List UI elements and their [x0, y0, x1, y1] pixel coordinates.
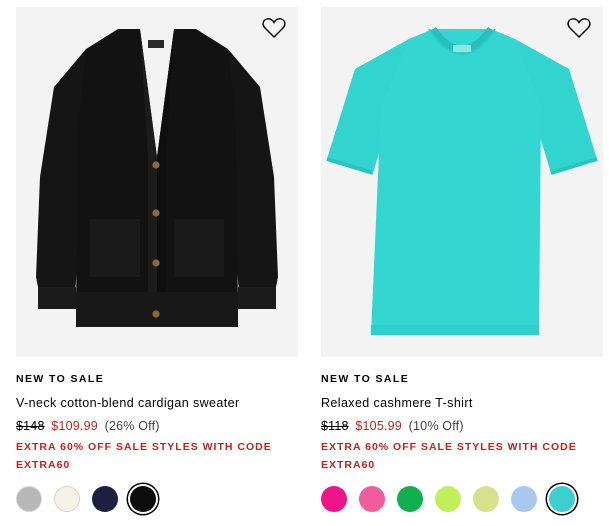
swatch-magenta[interactable]: [321, 486, 347, 512]
price-row: $148 $109.99 (26% Off): [16, 419, 298, 433]
swatch-black-selected[interactable]: [130, 486, 156, 512]
product-grid: NEW TO SALE V-neck cotton-blend cardigan…: [0, 0, 609, 526]
product-name-link[interactable]: V-neck cotton-blend cardigan sweater: [16, 395, 298, 411]
new-to-sale-badge: NEW TO SALE: [16, 373, 105, 385]
product-image-tshirt[interactable]: [321, 7, 603, 357]
color-swatches: [321, 486, 603, 512]
swatch-ivory[interactable]: [54, 486, 80, 512]
color-swatches: [16, 486, 298, 512]
heart-outline-icon[interactable]: [567, 17, 591, 39]
promo-text: EXTRA 60% OFF SALE STYLES WITH CODE EXTR…: [321, 441, 577, 471]
product-card-tshirt: NEW TO SALE Relaxed cashmere T-shirt $11…: [321, 7, 603, 512]
original-price: $118: [321, 419, 349, 433]
price-row: $118 $105.99 (10% Off): [321, 419, 603, 433]
swatch-turquoise-selected[interactable]: [549, 486, 575, 512]
swatch-light-blue[interactable]: [511, 486, 537, 512]
promo-text: EXTRA 60% OFF SALE STYLES WITH CODE EXTR…: [16, 441, 272, 471]
tshirt-image: [326, 26, 598, 335]
swatch-navy[interactable]: [92, 486, 118, 512]
sale-price: $109.99: [51, 419, 98, 433]
swatch-grey[interactable]: [16, 486, 42, 512]
product-card-cardigan: NEW TO SALE V-neck cotton-blend cardigan…: [16, 7, 298, 512]
sale-price: $105.99: [355, 419, 402, 433]
swatch-pale-lime[interactable]: [473, 486, 499, 512]
product-image-cardigan[interactable]: [16, 7, 298, 357]
swatch-lime[interactable]: [435, 486, 461, 512]
discount-percent: (26% Off): [104, 419, 160, 433]
swatch-pink[interactable]: [359, 486, 385, 512]
new-to-sale-badge: NEW TO SALE: [321, 373, 410, 385]
cardigan-image: [36, 29, 278, 327]
original-price: $148: [16, 419, 45, 433]
heart-outline-icon[interactable]: [262, 17, 286, 39]
product-name-link[interactable]: Relaxed cashmere T-shirt: [321, 395, 603, 411]
swatch-green[interactable]: [397, 486, 423, 512]
discount-percent: (10% Off): [408, 419, 464, 433]
